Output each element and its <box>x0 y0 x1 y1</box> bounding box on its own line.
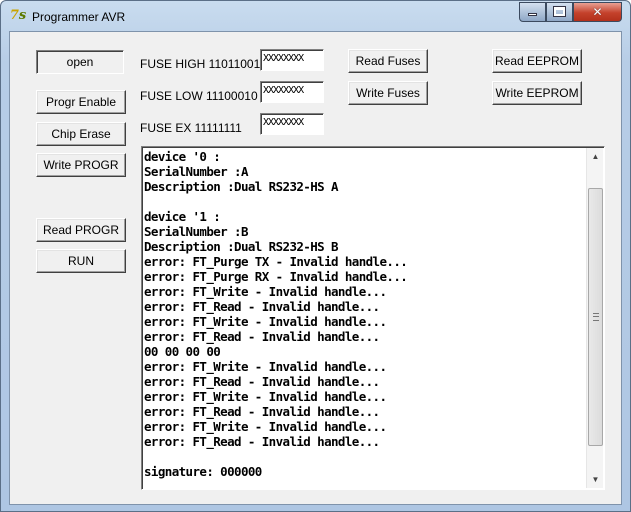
form-client-area: open Progr Enable Chip Erase Write PROGR… <box>9 31 622 505</box>
scroll-thumb[interactable] <box>588 188 603 446</box>
scroll-down-arrow-icon[interactable]: ▼ <box>587 471 604 488</box>
log-line: error: FT_Read - Invalid handle... <box>144 374 380 389</box>
log-line: error: FT_Read - Invalid handle... <box>144 434 380 449</box>
log-line: error: FT_Purge TX - Invalid handle... <box>144 254 408 269</box>
log-line: signature: 000000 <box>144 464 262 479</box>
fuse-ex-label: FUSE EX 11111111 <box>140 121 242 135</box>
progr-enable-button[interactable]: Progr Enable <box>36 90 126 114</box>
log-line: 00 00 00 00 <box>144 344 221 359</box>
log-line: error: FT_Read - Invalid handle... <box>144 329 380 344</box>
log-line: error: FT_Write - Invalid handle... <box>144 419 387 434</box>
run-button[interactable]: RUN <box>36 249 126 273</box>
fuse-low-label: FUSE LOW 11100010 <box>140 89 258 103</box>
chip-erase-button[interactable]: Chip Erase <box>36 122 126 146</box>
fuse-high-label: FUSE HIGH 11011001 <box>140 57 261 71</box>
log-line: error: FT_Write - Invalid handle... <box>144 389 387 404</box>
delphi-app-icon[interactable]: 7s <box>9 7 27 25</box>
minimize-icon <box>528 13 537 16</box>
log-line: SerialNumber :A <box>144 164 248 179</box>
fuse-ex-input[interactable]: XXXXXXXX <box>260 113 324 135</box>
minimize-button[interactable] <box>519 2 546 22</box>
log-line: error: FT_Purge RX - Invalid handle... <box>144 269 408 284</box>
close-icon: ✕ <box>592 5 603 19</box>
log-line: device '0 : <box>144 149 221 164</box>
log-line: Description :Dual RS232-HS B <box>144 239 339 254</box>
log-line: SerialNumber :B <box>144 224 248 239</box>
log-line: error: FT_Read - Invalid handle... <box>144 404 380 419</box>
maximize-button[interactable] <box>546 2 573 22</box>
fuse-low-input[interactable]: XXXXXXXX <box>260 81 324 103</box>
read-progr-button[interactable]: Read PROGR <box>36 218 126 242</box>
maximize-icon <box>553 6 566 17</box>
fuse-high-input[interactable]: XXXXXXXX <box>260 49 324 71</box>
log-scrollbar[interactable]: ▲ ▼ <box>586 148 603 488</box>
read-fuses-button[interactable]: Read Fuses <box>348 49 428 73</box>
log-memo[interactable]: device '0 : SerialNumber :A Description :D… <box>141 146 605 490</box>
log-line: error: FT_Read - Invalid handle... <box>144 299 380 314</box>
log-text: device '0 : SerialNumber :A Description :D… <box>144 149 584 479</box>
log-line: Description :Dual RS232-HS A <box>144 179 339 194</box>
write-fuses-button[interactable]: Write Fuses <box>348 81 428 105</box>
title-bar[interactable]: 7s Programmer AVR ✕ <box>1 1 630 31</box>
log-line: error: FT_Write - Invalid handle... <box>144 359 387 374</box>
write-eeprom-button[interactable]: Write EEPROM <box>492 81 582 105</box>
window-title: Programmer AVR <box>32 10 126 24</box>
write-progr-button[interactable]: Write PROGR <box>36 153 126 177</box>
grip-icon <box>593 313 599 321</box>
open-button[interactable]: open <box>36 50 124 74</box>
scroll-up-arrow-icon[interactable]: ▲ <box>587 148 604 165</box>
log-line: error: FT_Write - Invalid handle... <box>144 314 387 329</box>
close-button[interactable]: ✕ <box>573 2 622 22</box>
log-line: error: FT_Write - Invalid handle... <box>144 284 387 299</box>
read-eeprom-button[interactable]: Read EEPROM <box>492 49 582 73</box>
app-window: 7s Programmer AVR ✕ open Progr Enable Ch… <box>0 0 631 512</box>
log-line: device '1 : <box>144 209 221 224</box>
